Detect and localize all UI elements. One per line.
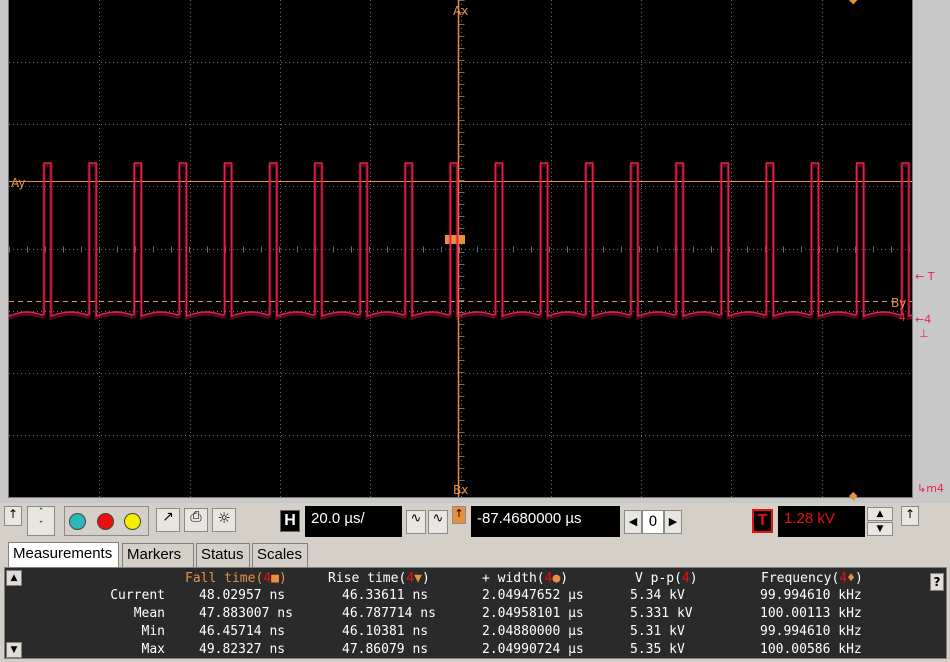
ch4-ground-label: 4 [899,311,906,324]
measurement-value: 2.04880000 µs [482,624,584,639]
toolbar: ↑ ˆˇ ↗ ⎙ ☼ H 20.0 µs/ ∿ ∿ ↑ -87.4680000 … [0,503,950,541]
scroll-updown-button[interactable]: ˆˇ [27,506,55,536]
arrow-up-button[interactable]: ↑ [4,506,22,526]
channel-color-yellow[interactable] [124,513,141,530]
header-fall-time[interactable]: Fall time(4■) [185,571,287,586]
measurement-value: 47.883007 ns [199,606,293,621]
trigger-level-down-button[interactable]: ▼ [867,522,893,536]
waveform-screen[interactable]: Ax Bx Ay By 4 [8,0,913,498]
channel-color-red[interactable] [97,513,114,530]
trigger-level-field[interactable]: 1.28 kV [778,506,865,537]
cursor-bx-label: Bx [453,483,469,497]
trigger-reference-icon[interactable]: ↑ [452,506,466,524]
horizontal-button[interactable]: H [280,510,300,532]
measurement-value: 46.45714 ns [199,624,286,639]
row-label-min: Min [141,624,165,639]
measurement-value: 100.00586 kHz [760,642,862,657]
measurement-value: 46.33611 ns [342,588,429,603]
fine-adjust-icon[interactable]: ∿ [406,510,426,534]
measurement-value: 5.31 kV [630,624,685,639]
row-label-mean: Mean [133,606,165,621]
trigger-level-marker[interactable]: ← T [915,270,934,283]
scroll-up-icon[interactable]: ▲ [6,570,22,586]
measurement-value: 5.331 kV [630,606,693,621]
horizontal-position-field[interactable]: -87.4680000 µs [471,506,620,537]
cursor-by-label: By [891,296,907,310]
measurement-value: 5.34 kV [630,588,685,603]
cursor-ax-label: Ax [453,4,469,18]
tab-scales[interactable]: Scales [252,543,308,567]
measurement-value: 2.04990724 µs [482,642,584,657]
tab-markers[interactable]: Markers [122,543,194,567]
channel-color-cyan[interactable] [69,513,86,530]
measurement-value: 99.994610 kHz [760,588,862,603]
help-button[interactable]: ? [930,573,944,591]
display-settings-icon[interactable]: ☼ [212,508,236,532]
position-step-field[interactable]: 0 [642,510,664,534]
position-left-button[interactable]: ◀ [624,510,642,534]
trigger-position-bottom-marker[interactable]: ◆ [849,489,857,502]
scope-display-area: Ax Bx Ay By 4 ← T ←4 ⊥ ↳m4 ◆ ◆ [0,0,950,503]
ch4-offset-marker[interactable]: ←4 [915,313,931,326]
trigger-marker-block [445,235,465,244]
waveform-graticule [9,0,912,497]
trigger-level-up-button[interactable]: ▲ [867,507,893,521]
measurement-value: 49.82327 ns [199,642,286,657]
measurement-value: 48.02957 ns [199,588,286,603]
cursor-ay-label: Ay [11,176,26,190]
measurement-value: 99.994610 kHz [760,624,862,639]
scroll-down-icon[interactable]: ▼ [6,642,22,658]
measurements-panel: ▲ ▼ ? Fall time(4■) Rise time(4▼) + widt… [4,567,947,659]
time-per-div-field[interactable]: 20.0 µs/ [305,506,402,537]
measurement-value: 46.787714 ns [342,606,436,621]
measurement-value: 47.86079 ns [342,642,429,657]
measurement-value: 2.04947652 µs [482,588,584,603]
header-vpp[interactable]: V p-p(4) [635,571,698,586]
measurement-value: 46.10381 ns [342,624,429,639]
row-label-current: Current [110,588,165,603]
arrow-up-right-button[interactable]: ↑ [901,506,919,526]
tab-measurements[interactable]: Measurements [8,542,119,568]
trigger-button[interactable]: T [752,509,773,533]
autoscale-icon[interactable]: ↗ [156,508,180,532]
position-right-button[interactable]: ▶ [664,510,682,534]
ch4-ground-icon: ⊥ [919,327,929,340]
coarse-adjust-icon[interactable]: ∿ [428,510,448,534]
header-rise-time[interactable]: Rise time(4▼) [328,571,430,586]
measurement-value: 5.35 kV [630,642,685,657]
trigger-position-top-marker[interactable]: ◆ [849,0,857,6]
m4-marker[interactable]: ↳m4 [917,482,944,495]
tab-status[interactable]: Status [196,543,250,567]
header-frequency[interactable]: Frequency(4♦) [761,571,863,586]
header-plus-width[interactable]: + width(4●) [482,571,568,586]
print-icon[interactable]: ⎙ [184,508,208,532]
row-label-max: Max [141,642,165,657]
measurement-value: 2.04958101 µs [482,606,584,621]
measurement-value: 100.00113 kHz [760,606,862,621]
